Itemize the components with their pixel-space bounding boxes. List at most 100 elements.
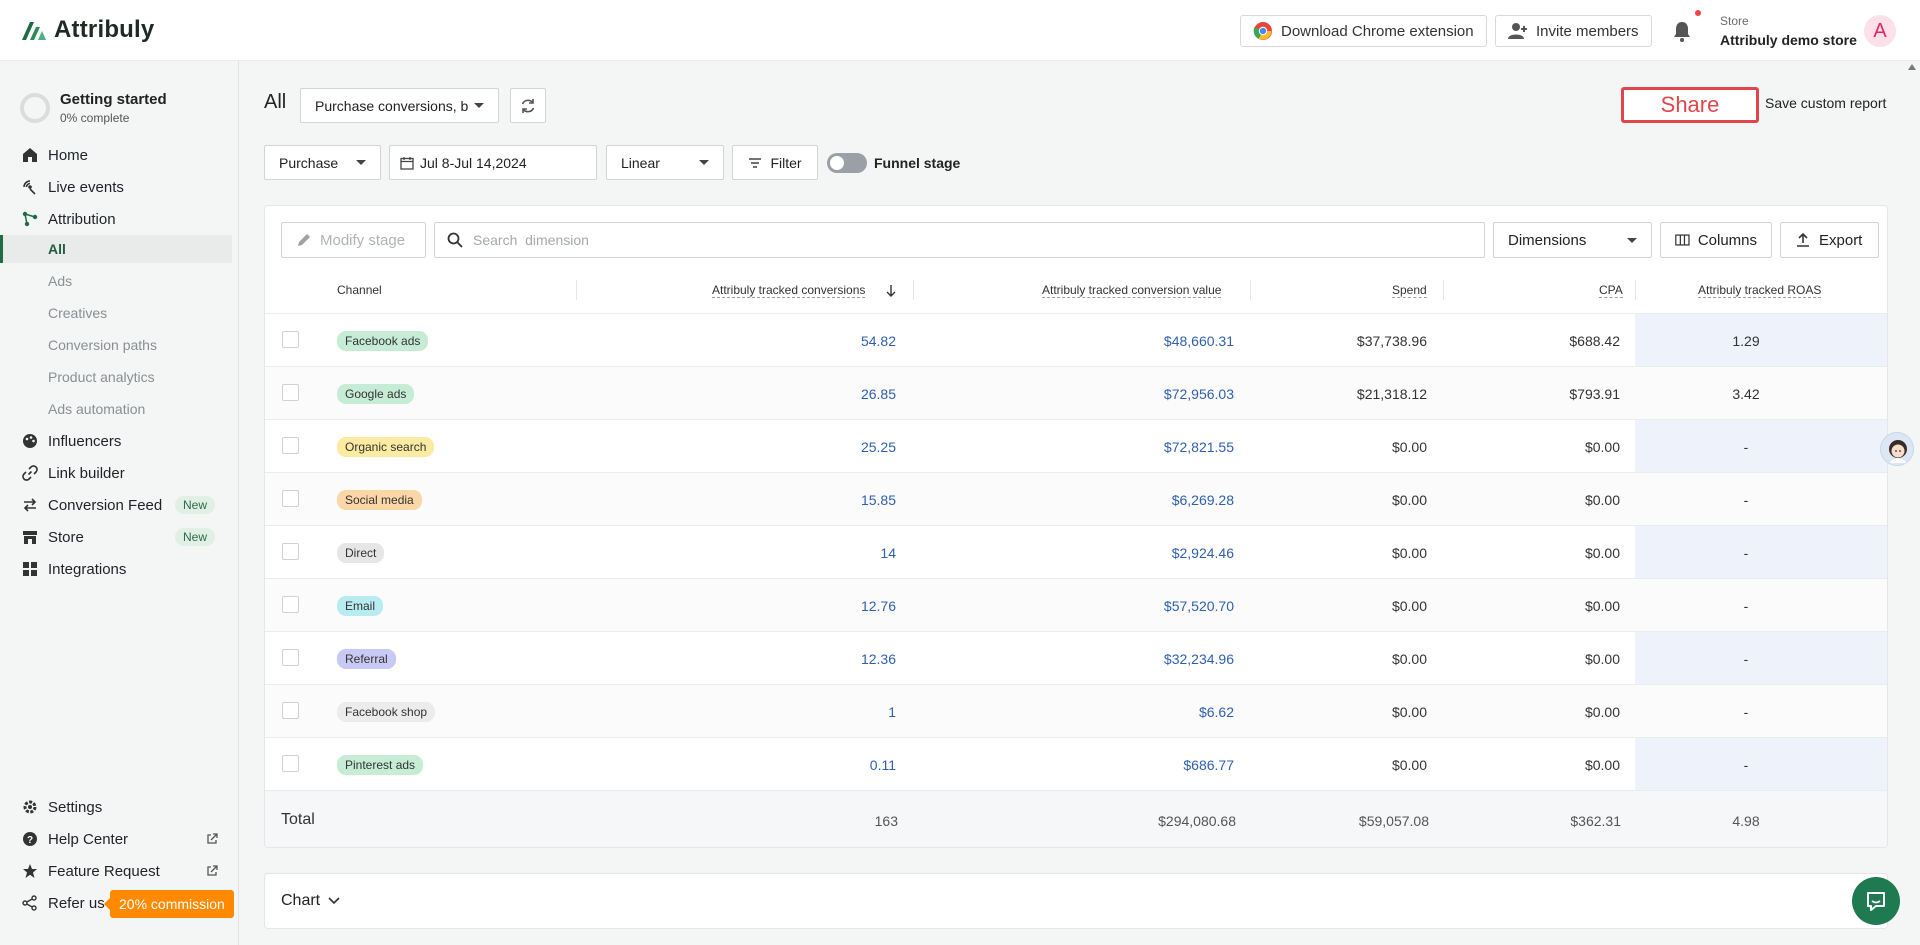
channel-tag[interactable]: Pinterest ads [337,755,424,775]
table-row[interactable]: Google ads 26.85 $72,956.03 $21,318.12 $793.… [265,367,1887,420]
row-checkbox[interactable] [282,649,299,666]
search-input[interactable] [473,232,1373,248]
tracked-conversions-cell[interactable]: 15.85 [861,492,896,508]
channel-tag[interactable]: Facebook shop [337,702,436,722]
table-row[interactable]: Social media 15.85 $6,269.28 $0.00 $0.00 - [265,473,1887,526]
invite-members-button[interactable]: Invite members [1495,15,1652,47]
channel-tag[interactable]: Organic search [337,437,435,457]
attribuly-logo[interactable]: Attribuly [20,16,154,44]
sidebar-item-home[interactable]: Home [0,141,232,169]
row-checkbox[interactable] [282,490,299,507]
column-divider[interactable] [576,280,577,300]
row-checkbox[interactable] [282,702,299,719]
col-spend[interactable]: Spend [1392,283,1427,298]
download-chrome-extension-button[interactable]: Download Chrome extension [1240,15,1487,47]
row-checkbox[interactable] [282,755,299,772]
col-cpa[interactable]: CPA [1599,283,1623,298]
sidebar-item-feature-request[interactable]: Feature Request [0,857,232,885]
modify-stage-button[interactable]: Modify stage [281,222,426,258]
tracked-conversions-cell[interactable]: 14 [880,545,896,561]
export-button[interactable]: Export [1780,222,1879,258]
tracked-conversions-cell[interactable]: 26.85 [861,386,896,402]
tracked-conversions-cell[interactable]: 12.76 [861,598,896,614]
col-tracked-conversion-value[interactable]: Attribuly tracked conversion value [1042,283,1222,298]
col-tracked-roas[interactable]: Attribuly tracked ROAS [1698,283,1822,298]
save-custom-report-button[interactable]: Save custom report [1765,95,1886,111]
sidebar-item-all[interactable]: All [0,235,232,263]
chart-section[interactable]: Chart [264,873,1888,929]
sidebar-item-live-events[interactable]: Live events [0,173,232,201]
getting-started[interactable]: Getting started 0% complete [20,91,167,125]
sidebar-item-store[interactable]: Store New [0,523,232,551]
tracked-conversions-cell[interactable]: 12.36 [861,651,896,667]
row-checkbox[interactable] [282,384,299,401]
table-row[interactable]: Email 12.76 $57,520.70 $0.00 $0.00 - [265,579,1887,632]
table-row[interactable]: Facebook ads 54.82 $48,660.31 $37,738.96 $68… [265,314,1887,367]
column-divider[interactable] [913,280,914,300]
tracked-conversion-value-cell[interactable]: $72,821.55 [1164,439,1234,455]
row-checkbox[interactable] [282,596,299,613]
commission-badge[interactable]: 20% commission [104,890,234,918]
sidebar-item-link-builder[interactable]: Link builder [0,459,232,487]
attribution-model-select[interactable]: Linear [606,145,724,180]
channel-tag[interactable]: Google ads [337,384,415,404]
tracked-conversion-value-cell[interactable]: $48,660.31 [1164,333,1234,349]
date-range-picker[interactable]: Jul 8-Jul 14,2024 [389,145,597,180]
col-channel[interactable]: Channel [337,283,382,297]
table-row[interactable]: Organic search 25.25 $72,821.55 $0.00 $0.00 - [265,420,1887,473]
row-checkbox[interactable] [282,543,299,560]
table-row[interactable]: Referral 12.36 $32,234.96 $0.00 $0.00 - [265,632,1887,685]
table-row[interactable]: Pinterest ads 0.11 $686.77 $0.00 $0.00 - [265,738,1887,791]
sidebar-item-settings[interactable]: Settings [0,793,232,821]
chat-button[interactable] [1852,877,1900,925]
share-button[interactable]: Share [1621,87,1759,123]
funnel-stage-toggle[interactable] [827,153,867,173]
tracked-conversion-value-cell[interactable]: $57,520.70 [1164,598,1234,614]
channel-tag[interactable]: Direct [337,543,385,563]
sidebar-item-attribution[interactable]: Attribution [0,205,232,233]
store-name[interactable]: Attribuly demo store [1720,32,1857,48]
filter-button[interactable]: Filter [732,145,818,180]
tracked-conversion-value-cell[interactable]: $32,234.96 [1164,651,1234,667]
event-select[interactable]: Purchase [264,145,381,180]
assistant-avatar-icon[interactable] [1880,432,1914,466]
dimensions-select[interactable]: Dimensions [1493,222,1652,258]
channel-tag[interactable]: Referral [337,649,396,669]
sort-down-icon[interactable] [885,284,897,298]
sidebar-item-ads-automation[interactable]: Ads automation [0,395,232,423]
tracked-conversion-value-cell[interactable]: $686.77 [1183,757,1234,773]
sidebar-item-product-analytics[interactable]: Product analytics [0,363,232,391]
tracked-conversions-cell[interactable]: 1 [888,704,896,720]
refresh-button[interactable] [510,88,546,123]
sidebar-item-creatives[interactable]: Creatives [0,299,232,327]
scroll-up-icon[interactable] [1908,64,1916,70]
column-divider[interactable] [1635,280,1636,300]
tracked-conversions-cell[interactable]: 25.25 [861,439,896,455]
avatar[interactable]: A [1864,15,1896,47]
sidebar-item-conversion-feed[interactable]: Conversion Feed New [0,491,232,519]
channel-tag[interactable]: Facebook ads [337,331,429,351]
tracked-conversion-value-cell[interactable]: $72,956.03 [1164,386,1234,402]
sidebar-item-conversion-paths[interactable]: Conversion paths [0,331,232,359]
bell-icon[interactable] [1670,19,1694,43]
tracked-conversions-cell[interactable]: 54.82 [861,333,896,349]
columns-button[interactable]: Columns [1660,222,1772,258]
table-row[interactable]: Direct 14 $2,924.46 $0.00 $0.00 - [265,526,1887,579]
column-divider[interactable] [1250,280,1251,300]
column-divider[interactable] [1443,280,1444,300]
tracked-conversion-value-cell[interactable]: $2,924.46 [1172,545,1234,561]
channel-tag[interactable]: Email [337,596,384,616]
channel-tag[interactable]: Social media [337,490,422,510]
sidebar-item-integrations[interactable]: Integrations [0,555,232,583]
row-checkbox[interactable] [282,331,299,348]
col-tracked-conversions[interactable]: Attribuly tracked conversions [712,283,866,298]
tracked-conversion-value-cell[interactable]: $6.62 [1199,704,1234,720]
conversion-type-select[interactable]: Purchase conversions, b [300,88,499,123]
table-row[interactable]: Facebook shop 1 $6.62 $0.00 $0.00 - [265,685,1887,738]
sidebar-item-help-center[interactable]: ? Help Center [0,825,232,853]
sidebar-item-influencers[interactable]: Influencers [0,427,232,455]
sidebar-item-ads[interactable]: Ads [0,267,232,295]
row-checkbox[interactable] [282,437,299,454]
tracked-conversion-value-cell[interactable]: $6,269.28 [1172,492,1234,508]
tracked-conversions-cell[interactable]: 0.11 [870,757,896,773]
